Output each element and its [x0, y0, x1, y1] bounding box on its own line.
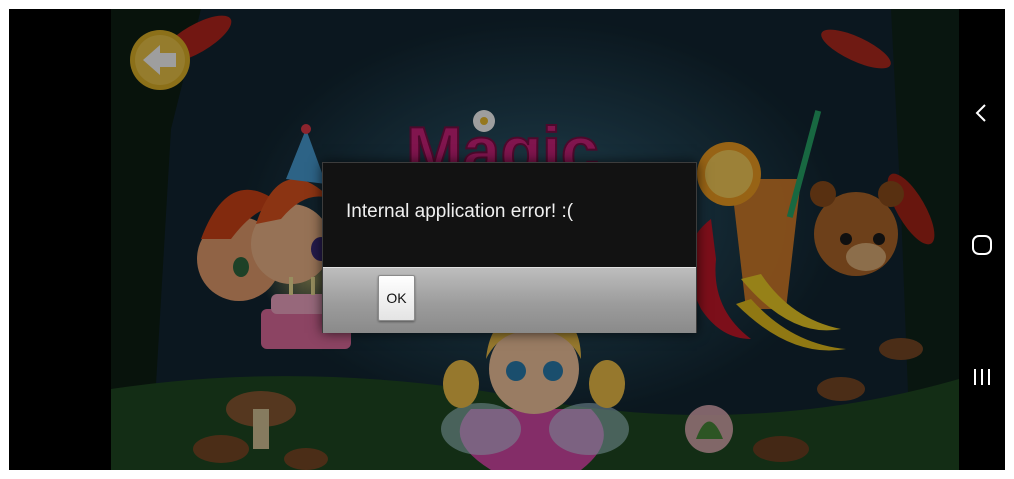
chevron-left-icon — [975, 104, 986, 122]
nav-recents-button[interactable] — [959, 354, 1005, 400]
recents-icon — [974, 369, 990, 385]
error-dialog: Internal application error! :( OK — [322, 162, 697, 333]
device-screen: Magic Internal application error!:(OK — [9, 9, 1005, 470]
home-icon — [972, 235, 992, 255]
dialog-button-bar: OK — [323, 267, 696, 333]
nav-back-button[interactable] — [959, 90, 1005, 136]
nav-home-button[interactable] — [959, 222, 1005, 268]
system-navigation-bar — [959, 9, 1005, 470]
ok-button[interactable]: OK — [378, 275, 415, 321]
error-message: Internal application error! :( — [346, 201, 574, 222]
